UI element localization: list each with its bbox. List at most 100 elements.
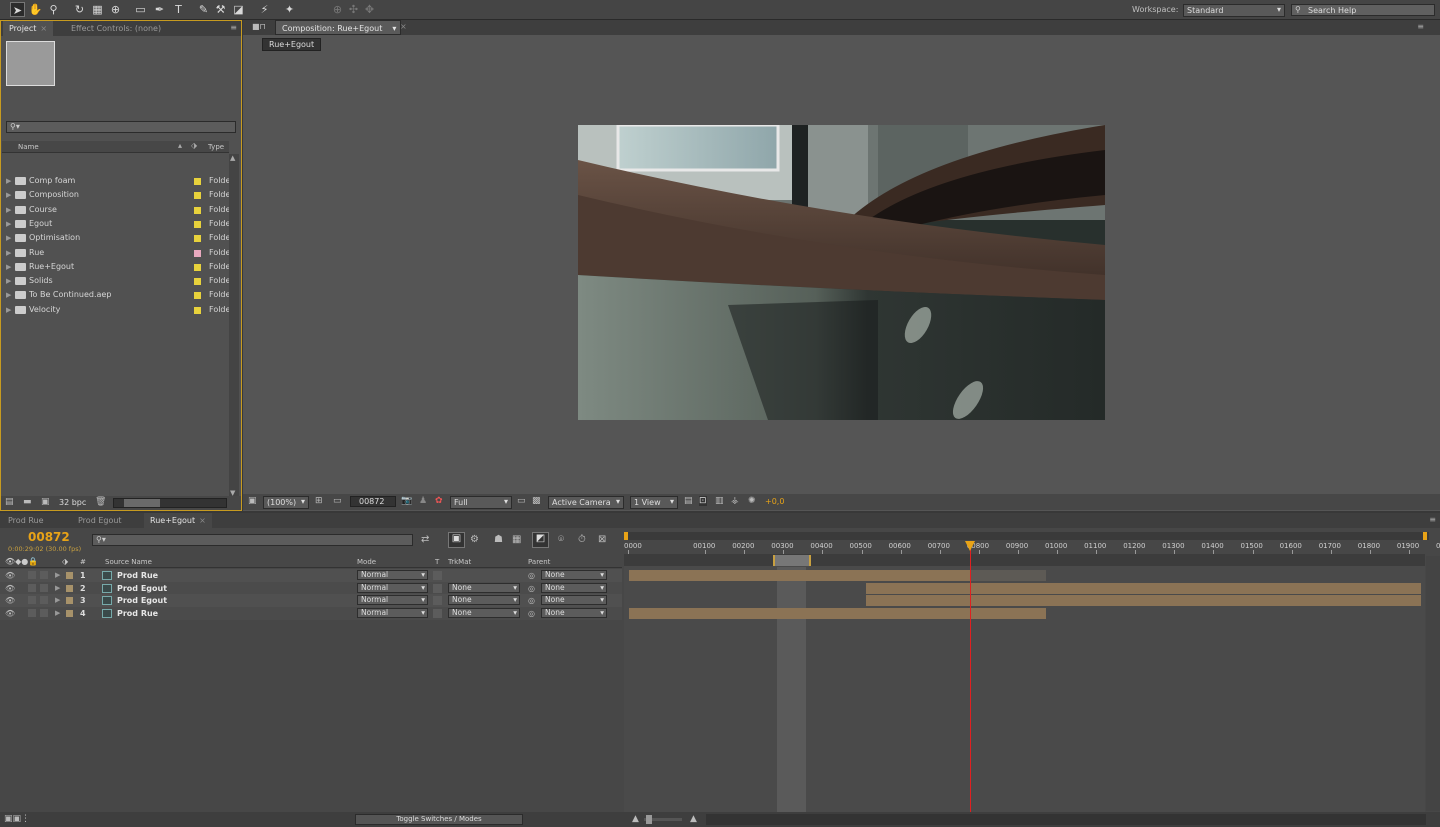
timeline-h-scrollbar[interactable] [706, 814, 1426, 825]
rotation-tool-icon[interactable]: ↻ [72, 2, 87, 17]
close-icon[interactable]: × [40, 24, 47, 33]
timeline-search-input[interactable]: ⚲▾ [92, 534, 413, 546]
timeline-icon[interactable]: ▥ [715, 496, 724, 506]
project-scrollbar[interactable]: ▲ ▼ [229, 154, 239, 497]
project-item[interactable]: ▶ Rue+Egout Folder [4, 260, 230, 274]
layer-trkmat-select[interactable]: None [448, 595, 520, 606]
disclosure-triangle-icon[interactable]: ▶ [55, 594, 60, 607]
puppet-pin-tool-icon[interactable]: ✦ [282, 2, 297, 17]
disclosure-triangle-icon[interactable]: ▶ [6, 288, 11, 302]
region-of-interest-icon[interactable]: ▭ [517, 496, 526, 506]
disclosure-triangle-icon[interactable]: ▶ [6, 231, 11, 245]
disclosure-triangle-icon[interactable]: ▶ [6, 260, 11, 274]
color-channels-icon[interactable]: ✿ [435, 496, 443, 506]
layer-duration-bar[interactable] [629, 570, 971, 581]
layer-row[interactable]: 👁 ▶ 2 Prod Egout Normal None ◎ None [0, 581, 622, 595]
workspace-select[interactable]: Standard [1183, 4, 1285, 17]
lock-switch[interactable] [40, 596, 48, 605]
flowchart-icon[interactable]: ⚶ [731, 496, 739, 506]
pickwhip-icon[interactable]: ◎ [528, 594, 535, 607]
label-color-swatch[interactable] [66, 584, 73, 592]
safe-margins-icon[interactable]: ⊞ [315, 496, 323, 506]
layer-duration-bar[interactable] [971, 595, 1421, 607]
comp-mini-flowchart-icon[interactable]: ⇄ [421, 534, 429, 545]
disclosure-triangle-icon[interactable]: ▶ [6, 203, 11, 217]
expand-layer-switches-icon[interactable]: ▣▣⋮ [4, 814, 30, 824]
scroll-thumb[interactable] [124, 499, 160, 507]
disclosure-triangle-icon[interactable]: ▶ [55, 569, 60, 582]
fast-previews-icon[interactable]: ⊡ [699, 496, 707, 506]
eye-icon[interactable]: 👁 [5, 607, 15, 620]
selection-tool-icon[interactable]: ➤ [10, 2, 25, 17]
playhead-marker[interactable] [965, 541, 975, 551]
brush-tool-icon[interactable]: ✎ [196, 2, 211, 17]
project-item[interactable]: ▶ Rue Folder [4, 246, 230, 260]
camera-tool-icon[interactable]: ▦ [90, 2, 105, 17]
work-area-start-handle[interactable] [624, 532, 628, 540]
zoom-slider-knob[interactable] [646, 815, 652, 824]
layer-duration-bar[interactable] [629, 608, 971, 620]
layer-row[interactable]: 👁 ▶ 3 Prod Egout Normal None ◎ None [0, 594, 622, 608]
column-name-header[interactable]: Name [18, 143, 39, 151]
disclosure-triangle-icon[interactable]: ▶ [6, 188, 11, 202]
disclosure-triangle-icon[interactable]: ▶ [55, 607, 60, 620]
toggle-pixel-aspect-icon[interactable]: ▤ [684, 496, 693, 506]
transparency-grid-icon[interactable]: ▩ [532, 496, 541, 506]
mask-visibility-icon[interactable]: ▭ [333, 496, 342, 506]
preserve-transparency-switch[interactable] [433, 609, 442, 619]
label-color-swatch[interactable] [66, 572, 73, 579]
project-item[interactable]: ▶ Velocity Folder [4, 303, 230, 317]
tab-composition[interactable]: Composition: Rue+Egout ▾ [275, 20, 402, 36]
close-icon[interactable]: × [199, 516, 206, 525]
project-item[interactable]: ▶ Egout Folder [4, 217, 230, 231]
label-color-swatch[interactable] [194, 249, 201, 257]
current-frame-display[interactable]: 00872 [28, 530, 70, 544]
layer-source-name[interactable]: Prod Egout [117, 582, 167, 595]
snapshot-camera-icon[interactable]: 📷 [401, 496, 412, 506]
eye-icon[interactable]: 👁 [5, 569, 15, 582]
disclosure-triangle-icon[interactable]: ▶ [6, 217, 11, 231]
tab-effect-controls[interactable]: Effect Controls: (none) [65, 21, 167, 36]
preserve-transparency-switch[interactable] [433, 571, 442, 580]
eye-icon[interactable]: 👁 [5, 594, 15, 607]
work-area-bar[interactable] [624, 532, 1429, 540]
disclosure-triangle-icon[interactable]: ▶ [6, 174, 11, 188]
project-item[interactable]: ▶ Comp foam Folder [4, 174, 230, 188]
layer-parent-select[interactable]: None [541, 608, 607, 619]
chevron-down-icon[interactable]: ▾ [392, 21, 396, 36]
sort-up-icon[interactable]: ▴ [178, 141, 182, 150]
preserve-transparency-switch[interactable] [433, 596, 442, 606]
disclosure-triangle-icon[interactable]: ▶ [6, 274, 11, 288]
disclosure-triangle-icon[interactable]: ▶ [55, 582, 60, 595]
show-snapshot-icon[interactable]: ♟ [419, 496, 427, 506]
time-navigator[interactable] [624, 554, 1425, 566]
graph-editor-icon[interactable]: ⊠ [598, 534, 606, 545]
project-item[interactable]: ▶ To Be Continued.aep Folder [4, 288, 230, 302]
label-color-swatch[interactable] [66, 610, 73, 618]
layer-duration-bar[interactable] [971, 582, 1421, 594]
current-time-field[interactable]: 00872 [350, 496, 396, 507]
layer-trkmat-select[interactable]: None [448, 582, 520, 593]
layer-trkmat-select[interactable]: None [448, 608, 520, 619]
panel-menu-icon[interactable]: ≡ [1429, 515, 1436, 524]
playhead-line[interactable] [970, 546, 971, 823]
label-color-swatch[interactable] [194, 278, 201, 286]
work-area-end-handle[interactable] [1423, 532, 1427, 540]
hand-tool-icon[interactable]: ✋ [28, 2, 43, 17]
panel-menu-icon[interactable]: ≡ [230, 23, 237, 32]
layer-duration-bar[interactable] [866, 595, 971, 607]
label-color-swatch[interactable] [194, 178, 201, 185]
zoom-out-icon[interactable]: ▲ [632, 814, 639, 824]
disclosure-triangle-icon[interactable]: ▶ [6, 303, 11, 317]
layer-mode-select[interactable]: Normal [357, 582, 428, 593]
layer-mode-select[interactable]: Normal [357, 570, 428, 580]
comp-name-button[interactable]: Rue+Egout [262, 38, 322, 51]
layer-parent-select[interactable]: None [541, 582, 607, 593]
pen-tool-icon[interactable]: ✒ [152, 2, 167, 17]
project-h-scrollbar[interactable] [113, 498, 227, 508]
column-source-name-header[interactable]: Source Name [105, 558, 152, 566]
label-color-swatch[interactable] [194, 306, 201, 314]
eraser-tool-icon[interactable]: ◪ [231, 2, 246, 17]
zoom-tool-icon[interactable]: ⚲ [46, 2, 61, 17]
lock-icon[interactable]: ■⊓ [252, 22, 266, 31]
